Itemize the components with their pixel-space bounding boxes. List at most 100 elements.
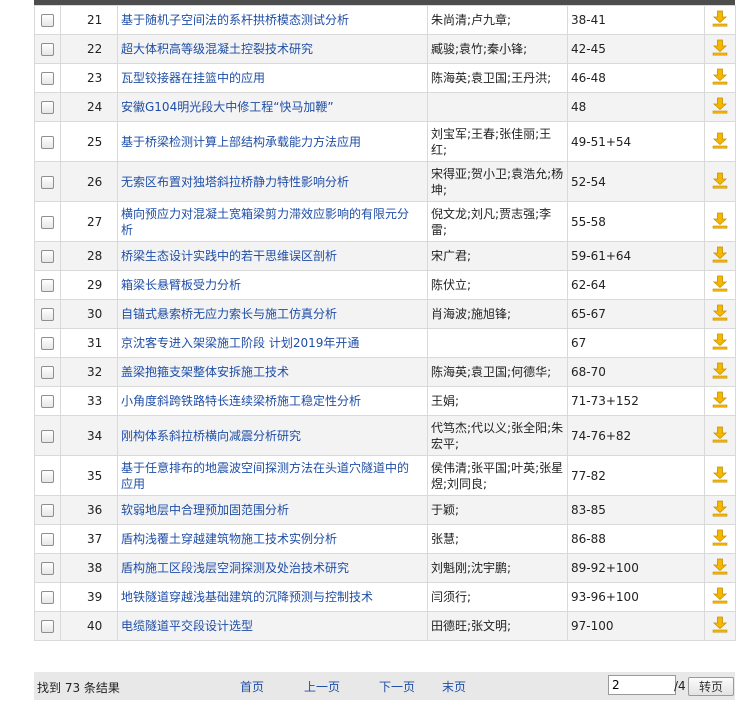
row-checkbox[interactable] bbox=[41, 135, 54, 149]
download-icon[interactable] bbox=[712, 426, 728, 446]
download-icon[interactable] bbox=[712, 362, 728, 382]
article-title-link[interactable]: 横向预应力对混凝土宽箱梁剪力滞效应影响的有限元分析 bbox=[118, 206, 427, 238]
article-title-link[interactable]: 刚构体系斜拉桥横向减震分析研究 bbox=[118, 428, 427, 444]
last-page-link[interactable]: 末页 bbox=[442, 678, 466, 695]
article-title-link[interactable]: 小角度斜跨铁路特长连续梁桥施工稳定性分析 bbox=[118, 393, 427, 409]
row-number: 25 bbox=[60, 121, 118, 162]
row-checkbox[interactable] bbox=[41, 504, 54, 517]
row-checkbox[interactable] bbox=[41, 279, 54, 292]
article-title-link[interactable]: 电缆隧道平交段设计选型 bbox=[118, 618, 427, 634]
article-title-link[interactable]: 箱梁长悬臂板受力分析 bbox=[118, 277, 427, 293]
article-title-link[interactable]: 自锚式悬索桥无应力索长与施工仿真分析 bbox=[118, 306, 427, 322]
table-row: 35 基于任意排布的地震波空间探测方法在头道穴隧道中的应用 侯伟清;张平国;叶英;张… bbox=[34, 455, 736, 496]
row-checkbox[interactable] bbox=[41, 175, 54, 189]
article-title-link[interactable]: 地铁隧道穿越浅基础建筑的沉降预测与控制技术 bbox=[118, 589, 427, 605]
article-title-link[interactable]: 无索区布置对独塔斜拉桥静力特性影响分析 bbox=[118, 174, 427, 190]
article-title-link[interactable]: 桥梁生态设计实践中的若干思维误区剖析 bbox=[118, 248, 427, 264]
row-select-cell bbox=[34, 328, 61, 358]
article-title-cell: 基于随机子空间法的系杆拱桥模态测试分析 bbox=[117, 5, 428, 35]
article-authors bbox=[427, 328, 568, 358]
download-icon[interactable] bbox=[712, 466, 728, 486]
download-icon[interactable] bbox=[712, 39, 728, 59]
row-checkbox[interactable] bbox=[41, 562, 54, 575]
article-authors: 倪文龙;刘凡;贾志强;李雷; bbox=[427, 201, 568, 242]
row-number: 32 bbox=[60, 357, 118, 387]
article-title-link[interactable]: 超大体积高等级混凝土控裂技术研究 bbox=[118, 41, 427, 57]
row-checkbox[interactable] bbox=[41, 429, 54, 443]
download-icon[interactable] bbox=[712, 500, 728, 520]
row-select-cell bbox=[34, 270, 61, 300]
article-pages: 93-96+100 bbox=[567, 582, 705, 612]
first-page-link[interactable]: 首页 bbox=[240, 678, 264, 695]
article-pages: 48 bbox=[567, 92, 705, 122]
download-icon[interactable] bbox=[712, 246, 728, 266]
download-icon[interactable] bbox=[712, 616, 728, 636]
article-pages: 59-61+64 bbox=[567, 241, 705, 271]
article-title-link[interactable]: 盾构浅覆土穿越建筑物施工技术实例分析 bbox=[118, 531, 427, 547]
download-cell bbox=[704, 201, 736, 242]
article-title-cell: 软弱地层中合理预加固范围分析 bbox=[117, 495, 428, 525]
article-title-cell: 桥梁生态设计实践中的若干思维误区剖析 bbox=[117, 241, 428, 271]
row-number: 31 bbox=[60, 328, 118, 358]
row-checkbox[interactable] bbox=[41, 337, 54, 350]
download-cell bbox=[704, 328, 736, 358]
result-count: 找到 73 条结果 bbox=[37, 681, 120, 695]
download-cell bbox=[704, 161, 736, 202]
article-title-link[interactable]: 瓦型铰接器在挂篮中的应用 bbox=[118, 70, 427, 86]
article-title-link[interactable]: 盾构施工区段浅层空洞探测及处治技术研究 bbox=[118, 560, 427, 576]
row-checkbox[interactable] bbox=[41, 591, 54, 604]
download-icon[interactable] bbox=[712, 68, 728, 88]
download-icon[interactable] bbox=[712, 304, 728, 324]
article-authors: 刘宝军;王春;张佳丽;王红; bbox=[427, 121, 568, 162]
download-icon[interactable] bbox=[712, 391, 728, 411]
article-authors: 闫须行; bbox=[427, 582, 568, 612]
row-checkbox[interactable] bbox=[41, 366, 54, 379]
row-checkbox[interactable] bbox=[41, 469, 54, 483]
prev-page-link[interactable]: 上一页 bbox=[304, 678, 340, 695]
download-icon[interactable] bbox=[712, 212, 728, 232]
article-title-link[interactable]: 基于桥梁检测计算上部结构承载能力方法应用 bbox=[118, 134, 427, 150]
article-title-link[interactable]: 盖梁抱箍支架整体安拆施工技术 bbox=[118, 364, 427, 380]
table-row: 39 地铁隧道穿越浅基础建筑的沉降预测与控制技术 闫须行; 93-96+100 bbox=[34, 582, 736, 612]
row-checkbox[interactable] bbox=[41, 101, 54, 114]
download-icon[interactable] bbox=[712, 587, 728, 607]
article-title-link[interactable]: 基于随机子空间法的系杆拱桥模态测试分析 bbox=[118, 12, 427, 28]
download-icon[interactable] bbox=[712, 10, 728, 30]
download-icon[interactable] bbox=[712, 333, 728, 353]
row-checkbox[interactable] bbox=[41, 215, 54, 229]
article-authors: 宋广君; bbox=[427, 241, 568, 271]
page-number-input[interactable] bbox=[608, 675, 676, 695]
article-title-link[interactable]: 软弱地层中合理预加固范围分析 bbox=[118, 502, 427, 518]
row-checkbox[interactable] bbox=[41, 72, 54, 85]
article-authors: 代笃杰;代以义;张全阳;朱宏平; bbox=[427, 415, 568, 456]
download-icon[interactable] bbox=[712, 132, 728, 152]
download-icon[interactable] bbox=[712, 558, 728, 578]
go-to-page-button[interactable]: 转页 bbox=[688, 677, 734, 696]
article-title-cell: 瓦型铰接器在挂篮中的应用 bbox=[117, 63, 428, 93]
article-title-link[interactable]: 安徽G104明光段大中修工程“快马加鞭” bbox=[118, 99, 427, 115]
row-checkbox[interactable] bbox=[41, 308, 54, 321]
row-checkbox[interactable] bbox=[41, 395, 54, 408]
row-checkbox[interactable] bbox=[41, 14, 54, 27]
download-cell bbox=[704, 5, 736, 35]
table-row: 21 基于随机子空间法的系杆拱桥模态测试分析 朱尚清;卢九章; 38-41 bbox=[34, 5, 736, 35]
article-title-link[interactable]: 京沈客专进入架梁施工阶段 计划2019年开通 bbox=[118, 335, 427, 351]
download-icon[interactable] bbox=[712, 275, 728, 295]
article-title-cell: 地铁隧道穿越浅基础建筑的沉降预测与控制技术 bbox=[117, 582, 428, 612]
row-checkbox[interactable] bbox=[41, 620, 54, 633]
results-page: 21 基于随机子空间法的系杆拱桥模态测试分析 朱尚清;卢九章; 38-41 22 超大体积… bbox=[0, 0, 755, 721]
row-checkbox[interactable] bbox=[41, 43, 54, 56]
next-page-link[interactable]: 下一页 bbox=[379, 678, 415, 695]
row-number: 37 bbox=[60, 524, 118, 554]
row-select-cell bbox=[34, 582, 61, 612]
table-row: 38 盾构施工区段浅层空洞探测及处治技术研究 刘魁刚;沈宇鹏; 89-92+100 bbox=[34, 553, 736, 583]
download-icon[interactable] bbox=[712, 97, 728, 117]
row-checkbox[interactable] bbox=[41, 250, 54, 263]
row-checkbox[interactable] bbox=[41, 533, 54, 546]
row-number: 35 bbox=[60, 455, 118, 496]
article-title-cell: 基于桥梁检测计算上部结构承载能力方法应用 bbox=[117, 121, 428, 162]
download-icon[interactable] bbox=[712, 529, 728, 549]
download-icon[interactable] bbox=[712, 172, 728, 192]
article-title-cell: 自锚式悬索桥无应力索长与施工仿真分析 bbox=[117, 299, 428, 329]
article-title-link[interactable]: 基于任意排布的地震波空间探测方法在头道穴隧道中的应用 bbox=[118, 460, 427, 492]
